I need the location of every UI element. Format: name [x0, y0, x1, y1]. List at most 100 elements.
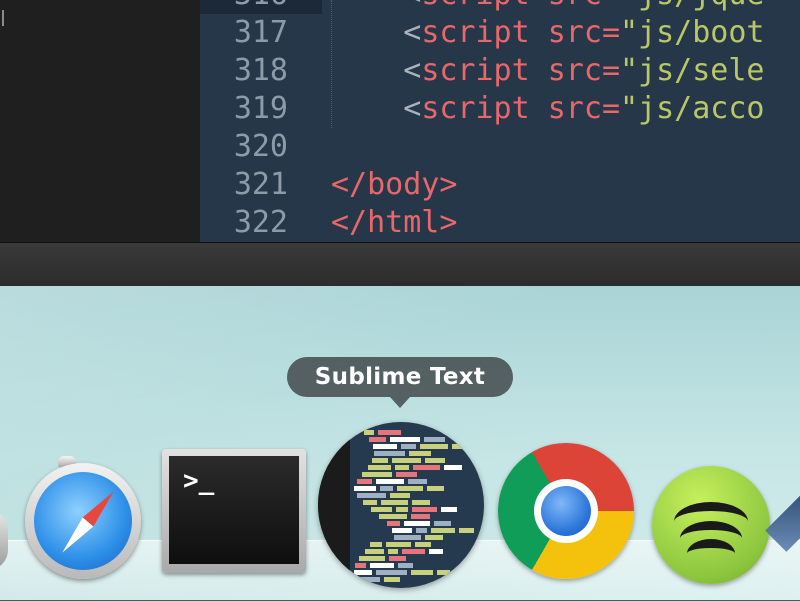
sublime-icon-code-bar — [404, 521, 430, 526]
sublime-icon-code-bar — [389, 556, 406, 561]
code-text: <script src="js/sele — [331, 52, 765, 90]
code-line[interactable]: 320 — [200, 128, 800, 166]
code-token-tag: script — [421, 91, 530, 126]
code-line[interactable]: 322 </html> — [200, 204, 800, 242]
sublime-icon-code-bar — [392, 528, 412, 533]
sublime-icon-code-bar — [390, 437, 420, 442]
code-token-attr: src — [548, 0, 602, 12]
sublime-icon-code-bar — [354, 486, 376, 491]
sublime-icon-code-bar — [357, 479, 372, 484]
sublime-icon-code-bar — [392, 458, 421, 463]
sublime-icon-code-bar — [424, 437, 445, 442]
code-token-tag: </body> — [331, 167, 458, 202]
sublime-icon-code-bar — [397, 486, 423, 491]
sublime-icon-code-bar — [388, 549, 398, 554]
compass-needle-white — [56, 517, 94, 558]
sublime-icon-code-bar — [415, 542, 431, 547]
sublime-icon-code-bar — [408, 479, 427, 484]
sublime-icon-code-bar — [427, 486, 444, 491]
terminal-icon: >_ — [169, 456, 299, 564]
sublime-icon-code-bar — [395, 465, 409, 470]
code-token-tag: script — [421, 0, 529, 12]
sublime-text-dock-icon[interactable] — [318, 422, 484, 588]
code-editor[interactable]: 316 <script src="js/jque317 <script src=… — [200, 0, 800, 242]
sublime-icon-code-bar — [365, 549, 384, 554]
terminal-dock-icon[interactable]: >_ — [162, 449, 306, 573]
spotify-wave-3 — [687, 539, 735, 568]
spotify-dock-icon[interactable] — [652, 466, 770, 584]
code-token-attr: src — [547, 53, 602, 88]
code-token-punct: < — [331, 15, 422, 50]
status-bar — [0, 242, 800, 287]
sublime-icon-code-bar — [379, 514, 407, 519]
chrome-icon — [541, 486, 591, 536]
code-line[interactable]: 318 <script src="js/sele — [200, 52, 800, 90]
compass-needle-red — [82, 486, 120, 527]
sublime-icon-code-bar — [354, 570, 372, 575]
sublime-icon-code-bar — [396, 472, 417, 477]
dock-tooltip-arrow — [390, 397, 410, 408]
code-token-eq: = — [601, 53, 620, 88]
sublime-icon-code-bar — [369, 437, 386, 442]
code-text: </html> — [331, 204, 457, 242]
code-line[interactable]: 317 <script src="js/boot — [200, 14, 800, 52]
sublime-icon-code-bar — [374, 451, 405, 456]
sublime-icon-code-bar — [398, 563, 413, 568]
sublime-icon-code-bar — [396, 507, 408, 512]
sublime-icon-code-bar — [394, 535, 421, 540]
code-line[interactable]: 319 <script src="js/acco — [200, 90, 800, 128]
chrome-dock-icon[interactable] — [498, 443, 634, 579]
code-token-str: "js/jque — [620, 0, 765, 12]
sublime-icon-code-bar — [412, 507, 437, 512]
code-token-eq: = — [601, 91, 620, 126]
sublime-icon-code-bar — [384, 577, 400, 582]
code-token-eq: = — [602, 0, 620, 12]
code-line[interactable]: 316 <script src="js/jque — [200, 0, 800, 14]
line-number: 320 — [233, 129, 288, 164]
sublime-icon-code-bar — [459, 528, 474, 533]
code-token-tag: script — [421, 15, 530, 50]
code-token-punct: < — [331, 91, 422, 126]
sublime-icon-code-bar — [380, 486, 393, 491]
sublime-icon-code-bar — [444, 465, 462, 470]
sublime-icon-code-bar — [409, 451, 431, 456]
file-sidebar — [0, 0, 200, 242]
code-text: <script src="js/acco — [331, 90, 765, 128]
sublime-icon-code-bar — [387, 521, 400, 526]
sublime-icon-code-bar — [441, 507, 457, 512]
sublime-icon-code-bar — [357, 493, 386, 498]
code-token-attr: src — [547, 91, 602, 126]
code-token-attr: src — [547, 15, 602, 50]
sublime-icon-code-bar — [386, 542, 411, 547]
sublime-icon-code-bar — [363, 500, 377, 505]
sublime-icon-code-bar — [376, 479, 404, 484]
sublime-icon-code-bar — [452, 444, 471, 449]
safari-dock-icon[interactable] — [25, 463, 141, 579]
line-number: 321 — [233, 167, 288, 202]
sublime-icon-code-bar — [425, 535, 443, 540]
dock-tooltip: Sublime Text — [287, 357, 513, 397]
code-token-eq: = — [601, 15, 620, 50]
sublime-icon-code-bar — [420, 444, 448, 449]
code-token-str: "js/sele — [620, 53, 765, 88]
code-text: <script src="js/boot — [331, 14, 764, 52]
sublime-icon-code-bar — [370, 542, 382, 547]
code-line[interactable]: 321 </body> — [200, 166, 800, 204]
sublime-icon-code-bar — [390, 493, 410, 498]
sublime-icon-code-bar — [355, 577, 380, 582]
sublime-icon-code-bar — [378, 430, 401, 435]
sublime-icon-code-bar — [425, 458, 445, 463]
sublime-icon-code-bar — [402, 549, 425, 554]
sublime-icon-code-bar — [416, 528, 427, 533]
sublime-icon-code-bar — [370, 563, 394, 568]
line-number: 318 — [233, 53, 288, 88]
code-text: <script src="js/jque — [331, 0, 765, 14]
code-token-str: "js/acco — [620, 91, 765, 126]
compass-icon — [34, 472, 132, 570]
sidebar-caret — [2, 10, 4, 26]
sublime-icon-code-bar — [437, 570, 450, 575]
